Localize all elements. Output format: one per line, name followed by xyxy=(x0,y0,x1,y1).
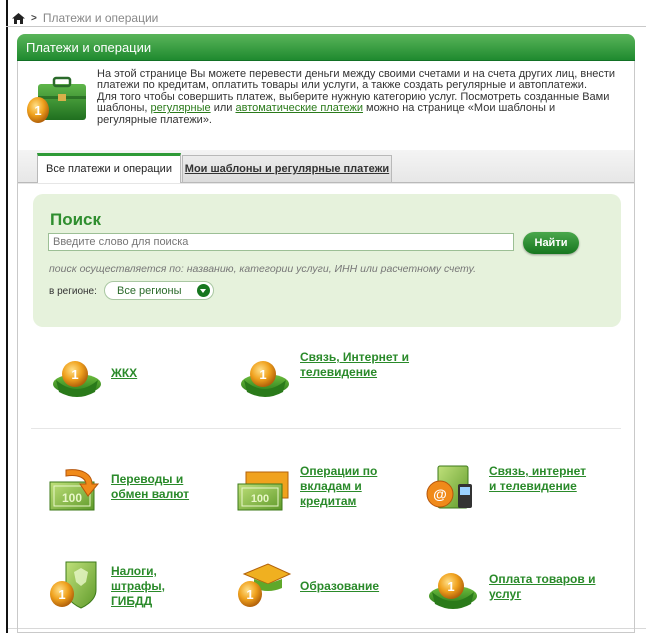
category-housing[interactable]: ЖКХ xyxy=(111,366,137,381)
svg-text:@: @ xyxy=(433,486,447,502)
left-frame-border xyxy=(6,0,8,633)
svg-text:1: 1 xyxy=(259,367,266,382)
intro-paragraph-1: На этой странице Вы можете перевести ден… xyxy=(97,68,616,92)
money-transfer-icon[interactable]: 100 xyxy=(46,466,104,516)
svg-text:1: 1 xyxy=(246,587,253,602)
category-goods-services[interactable]: Оплата товаров и услуг xyxy=(489,572,599,602)
svg-text:100: 100 xyxy=(62,491,82,505)
tab-my-templates[interactable]: Мои шаблоны и регулярные платежи xyxy=(182,155,392,182)
category-taxes-fines[interactable]: Налоги, штрафы, ГИБДД xyxy=(111,564,191,609)
search-input[interactable] xyxy=(48,233,514,251)
region-label: в регионе: xyxy=(49,286,97,297)
intro-text: На этой странице Вы можете перевести ден… xyxy=(97,68,617,126)
graduation-cap-coin-icon[interactable]: 1 xyxy=(234,560,292,610)
category-communications-internet[interactable]: Связь, интернет и телевидение xyxy=(489,464,589,494)
category-communications[interactable]: Связь, Интернет и телевидение xyxy=(300,350,410,380)
regular-payments-link[interactable]: регулярные xyxy=(151,102,211,114)
svg-text:1: 1 xyxy=(71,367,78,382)
section-divider xyxy=(31,428,621,429)
svg-text:1: 1 xyxy=(447,579,454,594)
breadcrumb: > Платежи и операции xyxy=(12,11,158,25)
svg-text:1: 1 xyxy=(34,103,41,118)
search-button[interactable]: Найти xyxy=(523,232,579,254)
breadcrumb-item-payments[interactable]: Платежи и операции xyxy=(43,11,159,25)
top-frame-border xyxy=(6,26,646,27)
emblem-coin-icon[interactable]: 1 xyxy=(46,560,104,610)
intro-or-text: или xyxy=(213,102,233,115)
tab-all-payments[interactable]: Все платежи и операции xyxy=(37,153,181,183)
chevron-down-icon xyxy=(197,284,210,297)
region-select[interactable]: Все регионы xyxy=(104,281,214,300)
search-panel xyxy=(33,194,621,327)
region-select-value: Все регионы xyxy=(117,285,182,297)
search-hint: поиск осуществляется по: названию, катег… xyxy=(49,263,477,275)
category-education[interactable]: Образование xyxy=(300,579,379,594)
home-icon[interactable] xyxy=(12,12,25,24)
briefcase-coin-icon: 1 xyxy=(27,76,86,123)
search-title: Поиск xyxy=(50,210,102,229)
svg-text:1: 1 xyxy=(58,587,65,602)
category-deposits-loans[interactable]: Операции по вкладам и кредитам xyxy=(300,464,400,509)
basket-coin-icon[interactable]: 1 xyxy=(236,350,294,400)
chevron-right-icon: > xyxy=(31,12,37,24)
svg-text:100: 100 xyxy=(251,493,269,505)
panel-title: Платежи и операции xyxy=(17,34,635,61)
banknotes-icon[interactable]: 100 xyxy=(234,466,292,516)
phone-at-icon[interactable]: @ xyxy=(424,462,482,512)
basket-coin-icon[interactable]: 1 xyxy=(48,350,106,400)
auto-payments-link[interactable]: автоматические платежи xyxy=(235,102,363,114)
category-transfers[interactable]: Переводы и обмен валют xyxy=(111,472,211,502)
basket-coin-icon[interactable]: 1 xyxy=(424,562,482,612)
